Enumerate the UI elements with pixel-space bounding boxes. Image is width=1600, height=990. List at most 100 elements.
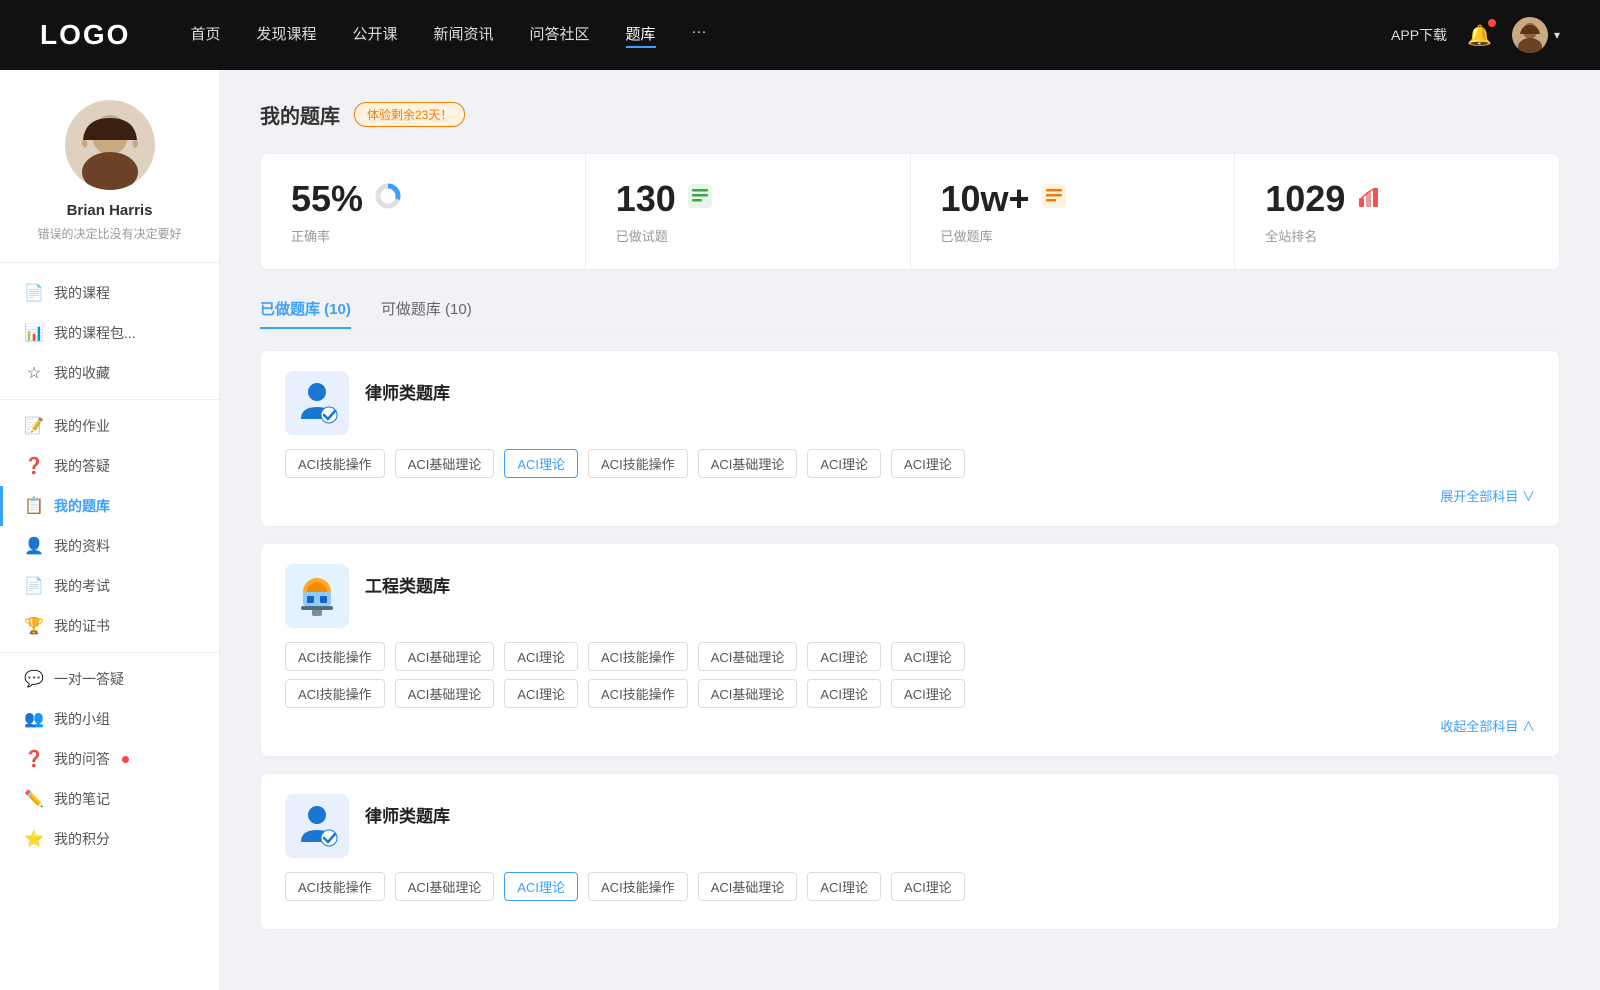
stat-correct-rate: 55% 正确率 — [261, 154, 586, 269]
course-package-icon: 📊 — [24, 323, 44, 343]
list-green-icon — [686, 182, 714, 217]
questions-badge — [122, 756, 129, 763]
tag-1-r2-6[interactable]: ACI理论 — [891, 679, 965, 708]
stat-label-correct-rate: 正确率 — [291, 226, 555, 245]
tag-0-0[interactable]: ACI技能操作 — [285, 449, 385, 478]
sidebar-item-questions[interactable]: ❓ 我的问答 — [0, 739, 219, 779]
tag-1-3[interactable]: ACI技能操作 — [588, 642, 688, 671]
tag-1-r2-0[interactable]: ACI技能操作 — [285, 679, 385, 708]
tag-1-r2-3[interactable]: ACI技能操作 — [588, 679, 688, 708]
tag-0-2[interactable]: ACI理论 — [504, 449, 578, 478]
sidebar: Brian Harris 错误的决定比没有决定要好 📄 我的课程 📊 我的课程包… — [0, 70, 220, 990]
qbank-card-0-icon — [285, 371, 349, 435]
course-icon: 📄 — [24, 283, 44, 303]
sidebar-item-course-package[interactable]: 📊 我的课程包... — [0, 313, 219, 353]
nav-more[interactable]: ··· — [692, 23, 707, 48]
nav-discover[interactable]: 发现课程 — [256, 23, 316, 48]
qbank-card-0-header: 律师类题库 — [285, 371, 1535, 435]
tag-1-4[interactable]: ACI基础理论 — [698, 642, 798, 671]
stat-value-rank: 1029 — [1265, 178, 1345, 220]
stat-value-questions: 130 — [616, 178, 676, 220]
main-layout: Brian Harris 错误的决定比没有决定要好 📄 我的课程 📊 我的课程包… — [0, 70, 1600, 990]
qbank-card-1: 工程类题库 ACI技能操作 ACI基础理论 ACI理论 ACI技能操作 ACI基… — [260, 543, 1560, 757]
sidebar-item-qbank[interactable]: 📋 我的题库 — [0, 486, 219, 526]
tag-0-3[interactable]: ACI技能操作 — [588, 449, 688, 478]
nav-home[interactable]: 首页 — [190, 23, 220, 48]
user-avatar-menu[interactable]: ▾ — [1512, 17, 1560, 53]
tag-1-2[interactable]: ACI理论 — [504, 642, 578, 671]
sidebar-item-course[interactable]: 📄 我的课程 — [0, 273, 219, 313]
app-download-button[interactable]: APP下载 — [1391, 25, 1447, 45]
sidebar-item-notes[interactable]: ✏️ 我的笔记 — [0, 779, 219, 819]
notes-icon: ✏️ — [24, 789, 44, 809]
notification-badge — [1488, 19, 1496, 27]
sidebar-item-favorites[interactable]: ☆ 我的收藏 — [0, 353, 219, 393]
tab-available[interactable]: 可做题库 (10) — [381, 298, 472, 329]
tag-1-5[interactable]: ACI理论 — [807, 642, 881, 671]
sidebar-item-qa[interactable]: ❓ 我的答疑 — [0, 446, 219, 486]
header-right: APP下载 🔔 ▾ — [1391, 17, 1560, 53]
stat-questions-done: 130 已做试题 — [586, 154, 911, 269]
qbank-icon: 📋 — [24, 496, 44, 516]
sidebar-item-profile[interactable]: 👤 我的资料 — [0, 526, 219, 566]
tag-2-3[interactable]: ACI技能操作 — [588, 872, 688, 901]
tag-1-6[interactable]: ACI理论 — [891, 642, 965, 671]
tag-1-r2-5[interactable]: ACI理论 — [807, 679, 881, 708]
tag-0-1[interactable]: ACI基础理论 — [395, 449, 495, 478]
tag-1-r2-4[interactable]: ACI基础理论 — [698, 679, 798, 708]
group-icon: 👥 — [24, 709, 44, 729]
tag-2-2[interactable]: ACI理论 — [504, 872, 578, 901]
tag-1-1[interactable]: ACI基础理论 — [395, 642, 495, 671]
tag-2-6[interactable]: ACI理论 — [891, 872, 965, 901]
nav-open-course[interactable]: 公开课 — [352, 23, 397, 48]
points-icon: ⭐ — [24, 829, 44, 849]
tag-0-6[interactable]: ACI理论 — [891, 449, 965, 478]
main-nav: 首页 发现课程 公开课 新闻资讯 问答社区 题库 ··· — [190, 23, 1391, 48]
tag-2-4[interactable]: ACI基础理论 — [698, 872, 798, 901]
sidebar-item-homework[interactable]: 📝 我的作业 — [0, 406, 219, 446]
nav-qbank[interactable]: 题库 — [626, 23, 656, 48]
certificate-icon: 🏆 — [24, 616, 44, 636]
profile-motto: 错误的决定比没有决定要好 — [20, 225, 199, 242]
stat-value-correct-rate: 55% — [291, 178, 363, 220]
stat-label-questions: 已做试题 — [616, 226, 880, 245]
tag-1-r2-2[interactable]: ACI理论 — [504, 679, 578, 708]
chevron-down-icon: ▾ — [1554, 28, 1560, 42]
favorites-icon: ☆ — [24, 363, 44, 383]
collapse-link-1[interactable]: 收起全部科目 ∧ — [1440, 719, 1535, 734]
qbank-card-0-footer: 展开全部科目 ∨ — [285, 486, 1535, 506]
sidebar-item-certificate[interactable]: 🏆 我的证书 — [0, 606, 219, 646]
tag-2-5[interactable]: ACI理论 — [807, 872, 881, 901]
donut-chart-icon — [373, 181, 403, 218]
tag-2-0[interactable]: ACI技能操作 — [285, 872, 385, 901]
nav-qa[interactable]: 问答社区 — [530, 23, 590, 48]
stat-global-rank: 1029 全站排名 — [1235, 154, 1559, 269]
sidebar-item-one-on-one[interactable]: 💬 一对一答疑 — [0, 659, 219, 699]
page-header: 我的题库 体验剩余23天！ — [260, 100, 1560, 129]
homework-icon: 📝 — [24, 416, 44, 436]
tag-1-r2-1[interactable]: ACI基础理论 — [395, 679, 495, 708]
qbank-card-0-title: 律师类题库 — [365, 371, 450, 404]
tag-2-1[interactable]: ACI基础理论 — [395, 872, 495, 901]
stat-label-rank: 全站排名 — [1265, 226, 1529, 245]
profile-name: Brian Harris — [20, 202, 199, 219]
sidebar-item-group[interactable]: 👥 我的小组 — [0, 699, 219, 739]
qbank-card-2-tags: ACI技能操作 ACI基础理论 ACI理论 ACI技能操作 ACI基础理论 AC… — [285, 872, 1535, 901]
qbank-card-1-title: 工程类题库 — [365, 564, 450, 597]
expand-link-0[interactable]: 展开全部科目 ∨ — [1440, 489, 1535, 504]
tag-1-0[interactable]: ACI技能操作 — [285, 642, 385, 671]
sidebar-item-exam[interactable]: 📄 我的考试 — [0, 566, 219, 606]
notification-bell[interactable]: 🔔 — [1467, 23, 1492, 48]
qbank-list: 律师类题库 ACI技能操作 ACI基础理论 ACI理论 ACI技能操作 ACI基… — [260, 350, 1560, 946]
qbank-card-0: 律师类题库 ACI技能操作 ACI基础理论 ACI理论 ACI技能操作 ACI基… — [260, 350, 1560, 527]
tab-done[interactable]: 已做题库 (10) — [260, 298, 351, 329]
sidebar-item-points[interactable]: ⭐ 我的积分 — [0, 819, 219, 859]
logo[interactable]: LOGO — [40, 19, 130, 51]
main-content: 我的题库 体验剩余23天！ 55% 正确率 — [220, 70, 1600, 990]
qbank-card-1-footer: 收起全部科目 ∧ — [285, 716, 1535, 736]
stats-row: 55% 正确率 130 — [260, 153, 1560, 270]
tag-0-5[interactable]: ACI理论 — [807, 449, 881, 478]
qbank-card-0-tags: ACI技能操作 ACI基础理论 ACI理论 ACI技能操作 ACI基础理论 AC… — [285, 449, 1535, 478]
nav-news[interactable]: 新闻资讯 — [434, 23, 494, 48]
tag-0-4[interactable]: ACI基础理论 — [698, 449, 798, 478]
